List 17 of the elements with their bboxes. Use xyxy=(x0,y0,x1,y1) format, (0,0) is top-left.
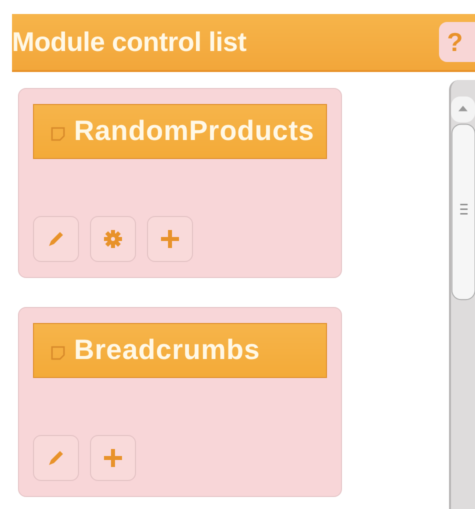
panel-title: Module control list xyxy=(12,26,246,59)
plus-icon xyxy=(102,447,124,469)
pencil-icon xyxy=(46,448,66,468)
module-name: Breadcrumbs xyxy=(74,334,260,365)
note-icon xyxy=(50,345,66,361)
add-button[interactable] xyxy=(90,435,136,481)
pencil-icon xyxy=(46,229,66,249)
settings-button[interactable] xyxy=(90,216,136,262)
scrollbar[interactable] xyxy=(449,80,475,509)
plus-icon xyxy=(159,228,181,250)
edit-button[interactable] xyxy=(33,216,79,262)
help-button[interactable]: ? xyxy=(439,22,475,62)
gear-icon xyxy=(103,229,123,249)
note-icon xyxy=(50,126,66,142)
add-button[interactable] xyxy=(147,216,193,262)
edit-button[interactable] xyxy=(33,435,79,481)
module-name: RandomProducts xyxy=(74,115,314,146)
